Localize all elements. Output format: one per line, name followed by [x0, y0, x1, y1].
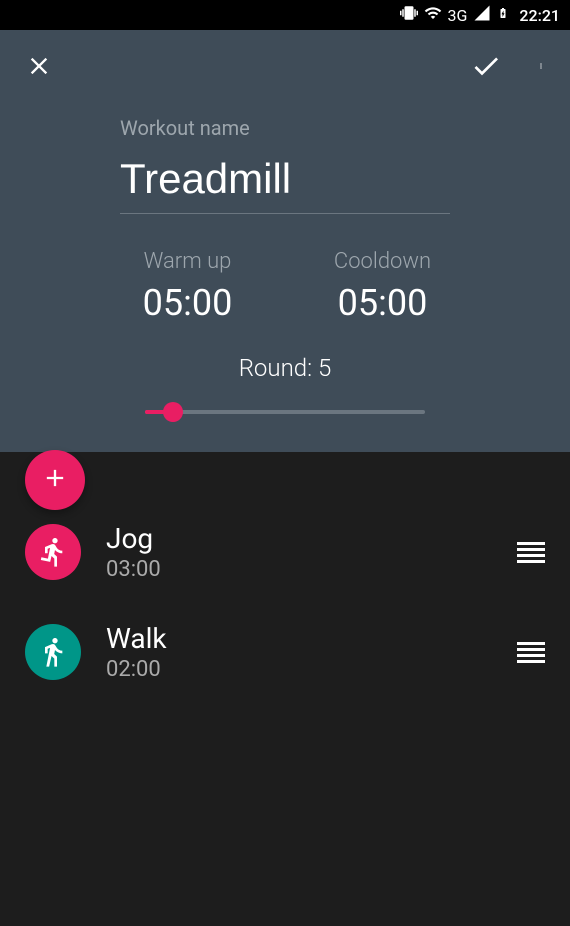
slider-thumb[interactable] [163, 402, 183, 422]
workout-name-label: Workout name [120, 116, 450, 140]
workout-name-input[interactable] [120, 150, 450, 214]
exercise-info: Walk 02:00 [106, 622, 492, 682]
warmup-label: Warm up [120, 249, 255, 274]
add-exercise-button[interactable] [25, 450, 85, 510]
walk-icon [25, 624, 81, 680]
drag-handle[interactable] [517, 642, 545, 663]
status-bar: 3G 22:21 [0, 0, 570, 30]
round-slider[interactable] [145, 402, 425, 422]
slider-track [145, 410, 425, 414]
exercise-duration: 03:00 [106, 557, 492, 582]
battery-icon [497, 4, 509, 26]
confirm-button[interactable] [470, 50, 502, 86]
cooldown-field[interactable]: Cooldown 05:00 [315, 249, 450, 324]
round-section: Round: 5 [120, 354, 450, 422]
cooldown-label: Cooldown [315, 249, 450, 274]
clock-time: 22:21 [519, 6, 560, 25]
workout-editor-header: Workout name Warm up 05:00 Cooldown 05:0… [0, 30, 570, 452]
exercise-name: Walk [106, 622, 492, 655]
signal-icon [473, 4, 491, 26]
plus-icon [41, 464, 69, 496]
cooldown-value: 05:00 [315, 282, 450, 324]
network-label: 3G [448, 6, 468, 25]
status-icons: 3G 22:21 [400, 4, 560, 26]
exercise-name: Jog [106, 522, 492, 555]
run-icon [25, 524, 81, 580]
toolbar [25, 50, 545, 86]
warmup-field[interactable]: Warm up 05:00 [120, 249, 255, 324]
close-button[interactable] [25, 52, 53, 84]
reorder-icon [517, 542, 545, 563]
workout-form: Workout name Warm up 05:00 Cooldown 05:0… [25, 116, 545, 422]
reorder-icon [517, 642, 545, 663]
exercise-info: Jog 03:00 [106, 522, 492, 582]
vibrate-icon [400, 4, 418, 26]
exercise-duration: 02:00 [106, 657, 492, 682]
drag-handle[interactable] [517, 542, 545, 563]
exercise-list: Jog 03:00 Walk 02:00 [0, 452, 570, 722]
round-label: Round: 5 [120, 354, 450, 382]
more-options-button[interactable] [537, 52, 545, 84]
time-settings-row: Warm up 05:00 Cooldown 05:00 [120, 249, 450, 324]
list-item[interactable]: Walk 02:00 [25, 602, 545, 702]
wifi-icon [424, 4, 442, 26]
warmup-value: 05:00 [120, 282, 255, 324]
list-item[interactable]: Jog 03:00 [25, 502, 545, 602]
